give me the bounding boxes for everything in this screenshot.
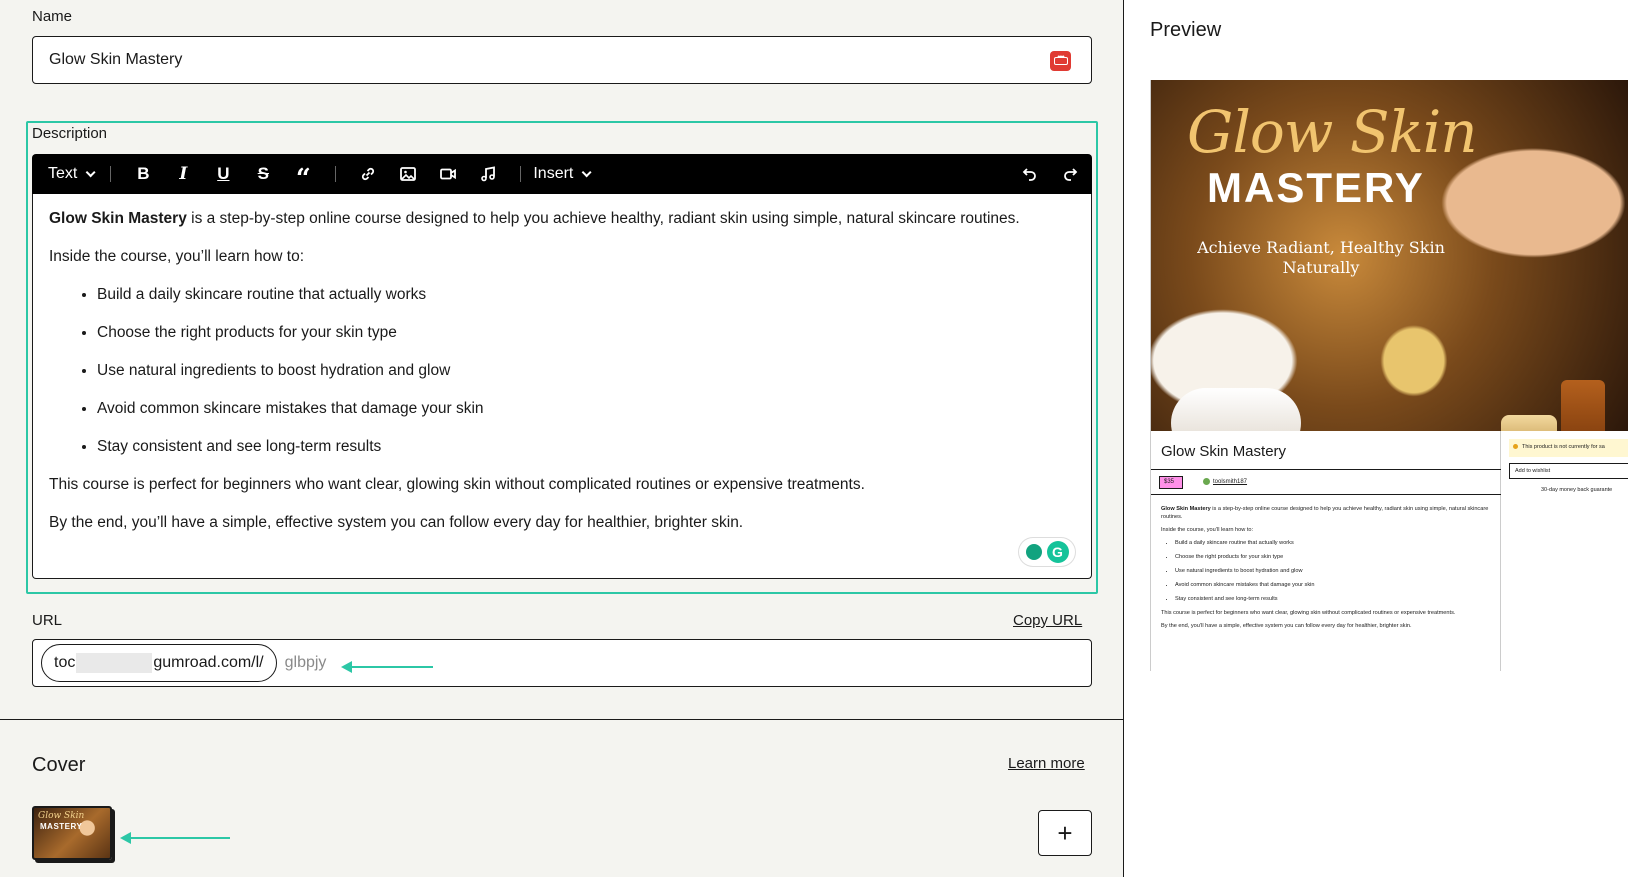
list-item: Choose the right products for your skin … — [1175, 553, 1491, 561]
hero-tagline: Achieve Radiant, Healthy Skin Naturally — [1197, 238, 1445, 277]
lightbulb-icon[interactable] — [1025, 544, 1042, 560]
bottle-graphic — [1561, 380, 1605, 431]
name-label: Name — [32, 8, 73, 25]
description-intro-bold: Glow Skin Mastery — [49, 210, 187, 227]
cover-thumb-subtitle: MASTERY — [40, 822, 83, 831]
preview-bullet-list: Build a daily skincare routine that actu… — [1175, 539, 1491, 603]
cover-image: Glow Skin MASTERY Achieve Radiant, Healt… — [1151, 80, 1628, 431]
toolbar-separator — [335, 166, 337, 182]
chevron-down-icon — [86, 166, 96, 177]
product-preview-card: Glow Skin MASTERY Achieve Radiant, Healt… — [1150, 80, 1628, 671]
preview-side-column: This product is not currently for sa Add… — [1501, 431, 1628, 671]
redacted-area — [76, 653, 153, 673]
grammarly-widget[interactable]: G — [1019, 538, 1075, 566]
list-item: Use natural ingredients to boost hydrati… — [1175, 567, 1491, 575]
list-item: Choose the right products for your skin … — [97, 322, 1075, 344]
toolbar-separator — [110, 166, 112, 182]
section-divider — [0, 719, 1124, 720]
preview-learn-heading: Inside the course, you’ll learn how to: — [1161, 527, 1254, 533]
list-item: Avoid common skincare mistakes that dama… — [97, 398, 1075, 420]
insert-label: Insert — [533, 165, 574, 182]
url-input[interactable]: toc gumroad.com/l/ glbpjy — [32, 639, 1092, 687]
name-value: Glow Skin Mastery — [49, 51, 183, 68]
learn-more-link[interactable]: Learn more — [1008, 755, 1085, 772]
description-label: Description — [32, 125, 108, 142]
text-style-dropdown[interactable]: Text — [48, 154, 98, 194]
preview-audience: This course is perfect for beginners who… — [1161, 610, 1456, 616]
description-bullet-list: Build a daily skincare routine that actu… — [97, 284, 1075, 458]
hero-title: Glow Skin — [1187, 98, 1478, 166]
toolbar-separator — [520, 166, 522, 182]
video-icon[interactable] — [428, 154, 468, 194]
history-controls — [1010, 154, 1092, 194]
preview-intro-rest: is a step-by-step online course designed… — [1161, 506, 1489, 520]
price-badge: $35 — [1159, 476, 1184, 489]
availability-warning: This product is not currently for sa — [1509, 439, 1628, 457]
list-item: Avoid common skincare mistakes that dama… — [1175, 581, 1491, 589]
annotation-arrow — [341, 661, 433, 673]
undo-icon[interactable] — [1010, 154, 1050, 194]
product-editor-panel: Name Glow Skin Mastery Description Text … — [0, 0, 1124, 877]
insert-dropdown[interactable]: Insert — [533, 154, 594, 194]
description-learn-heading: Inside the course, you’ll learn how to: — [49, 248, 305, 265]
description-intro: Glow Skin Mastery is a step-by-step onli… — [49, 208, 1075, 230]
preview-closing: By the end, you’ll have a simple, effect… — [1161, 623, 1412, 629]
list-item: Build a daily skincare routine that actu… — [1175, 539, 1491, 547]
list-item: Build a daily skincare routine that actu… — [97, 284, 1075, 306]
hero-subtitle: MASTERY — [1207, 164, 1425, 211]
underline-icon[interactable]: U — [203, 154, 243, 194]
grammarly-icon[interactable]: G — [1046, 541, 1069, 563]
add-to-wishlist-button[interactable]: Add to wishlist — [1509, 463, 1628, 479]
url-slug[interactable]: glbpjy — [285, 654, 327, 672]
link-icon[interactable] — [348, 154, 388, 194]
bold-icon[interactable]: B — [123, 154, 163, 194]
preview-title: Preview — [1150, 19, 1222, 41]
guarantee-text: 30-day money back guarante — [1541, 487, 1613, 493]
name-input[interactable]: Glow Skin Mastery — [32, 36, 1092, 84]
copy-url-link[interactable]: Copy URL — [1013, 612, 1082, 629]
image-icon[interactable] — [388, 154, 428, 194]
password-manager-icon[interactable] — [1050, 51, 1071, 71]
list-item: Stay consistent and see long-term result… — [97, 436, 1075, 458]
description-audience: This course is perfect for beginners who… — [49, 476, 865, 493]
music-icon[interactable] — [468, 154, 508, 194]
url-prefix: toc gumroad.com/l/ — [41, 644, 277, 682]
preview-intro-bold: Glow Skin Mastery — [1161, 506, 1211, 512]
redo-icon[interactable] — [1050, 154, 1090, 194]
url-label: URL — [32, 612, 63, 629]
url-prefix-start: toc — [54, 654, 76, 671]
towel-graphic — [1171, 388, 1301, 431]
annotation-arrow — [120, 832, 230, 844]
rich-text-toolbar: Text B I U S “ Insert — [32, 154, 1092, 194]
italic-icon[interactable]: I — [163, 154, 203, 194]
description-editor[interactable]: Glow Skin Mastery is a step-by-step onli… — [32, 194, 1092, 579]
add-cover-button[interactable]: + — [1038, 810, 1092, 856]
author-link[interactable]: toolsmith187 — [1203, 478, 1247, 485]
quote-icon[interactable]: “ — [283, 154, 323, 194]
description-closing: By the end, you’ll have a simple, effect… — [49, 514, 744, 531]
preview-meta-row: $35 toolsmith187 — [1151, 469, 1501, 495]
preview-product-name: Glow Skin Mastery — [1161, 443, 1287, 460]
jar-graphic — [1501, 415, 1557, 431]
preview-panel: Preview Glow Skin MASTERY Achieve Radian… — [1124, 0, 1628, 877]
list-item: Use natural ingredients to boost hydrati… — [97, 360, 1075, 382]
cover-thumbnail[interactable]: Glow Skin MASTERY — [32, 806, 112, 860]
description-intro-rest: is a step-by-step online course designed… — [186, 210, 1020, 227]
text-style-label: Text — [48, 165, 78, 182]
preview-intro: Glow Skin Mastery is a step-by-step onli… — [1161, 505, 1491, 521]
cover-title: Cover — [32, 754, 86, 776]
cover-thumb-title: Glow Skin — [38, 811, 85, 821]
url-prefix-end: gumroad.com/l/ — [153, 654, 264, 671]
preview-main-column: Glow Skin Mastery $35 toolsmith187 Glow … — [1151, 431, 1501, 671]
strikethrough-icon[interactable]: S — [243, 154, 283, 194]
preview-description: Glow Skin Mastery is a step-by-step onli… — [1161, 505, 1491, 635]
list-item: Stay consistent and see long-term result… — [1175, 595, 1491, 603]
chevron-down-icon — [582, 166, 592, 177]
